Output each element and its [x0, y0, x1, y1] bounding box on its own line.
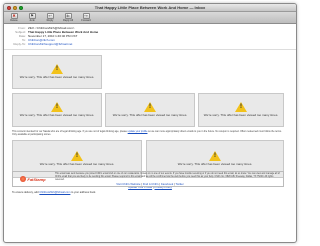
- offer-image: We're sorry. This offer has been viewed …: [105, 93, 195, 127]
- disclaimer: This content intended for our Nasda who …: [12, 130, 282, 136]
- trash-icon: ✖: [10, 12, 18, 19]
- warning-icon: [71, 151, 83, 162]
- add-to-address-book-note: To ensure delivery, add ChiliConZilch@fs…: [12, 191, 97, 194]
- sender-footer: FatStamp This email was sent because you…: [12, 171, 284, 187]
- toolbar-button-forward[interactable]: ↪ Forward: [79, 12, 93, 22]
- reply-all-icon: ⇇: [64, 12, 72, 19]
- update-profile-link[interactable]: update your profile: [128, 130, 148, 133]
- warning-icon: [209, 151, 221, 162]
- footer-text: This email was sent because you joined C…: [55, 173, 280, 181]
- offer-image: We're sorry. This offer has been viewed …: [12, 55, 102, 89]
- message-headers: From: Zilch <ChiliConZilch@fsfmail.com> Su…: [4, 24, 296, 50]
- toolbar-label: Reply: [46, 19, 54, 22]
- toolbar-label: Delete: [10, 19, 18, 22]
- window-title: That Happy Little Place Between Work And…: [94, 5, 206, 10]
- message-body: We're sorry. This offer has been viewed …: [4, 52, 296, 242]
- warning-icon: [144, 102, 156, 113]
- header-row: Reply-To: ChiliConZilchsupport@fsfmail.ne…: [8, 42, 292, 46]
- sender-email-link[interactable]: ChiliConZilch@fsfmail.com: [39, 191, 70, 194]
- warning-icon: [51, 64, 63, 75]
- sender-logo: FatStamp: [13, 172, 53, 186]
- junk-icon: ⚑: [28, 12, 36, 19]
- offer-message: We're sorry. This offer has been viewed …: [203, 113, 279, 118]
- toolbar-button-reply[interactable]: ↩ Reply: [43, 12, 57, 22]
- toolbar-button-junk[interactable]: ⚑ Junk: [25, 12, 39, 22]
- warning-icon: [235, 102, 247, 113]
- reply-icon: ↩: [46, 12, 54, 19]
- offer-image: We're sorry. This offer has been viewed …: [12, 93, 102, 127]
- forward-icon: ↪: [82, 12, 90, 19]
- toolbar-label: Junk: [29, 19, 35, 22]
- toolbar-button-delete[interactable]: ✖ Delete: [7, 12, 21, 22]
- offer-message: We're sorry. This offer has been viewed …: [19, 75, 95, 80]
- offer-message: We're sorry. This offer has been viewed …: [39, 162, 115, 167]
- offer-image: We're sorry. This offer has been viewed …: [198, 93, 284, 127]
- toolbar-label: Reply All: [62, 19, 74, 22]
- toolbar: ✖ Delete ⚑ Junk ↩ Reply ⇇ Reply All ↪ Forward: [4, 12, 296, 24]
- toolbar-button-reply-all[interactable]: ⇇ Reply All: [61, 12, 75, 22]
- title-bar: That Happy Little Place Between Work And…: [4, 4, 296, 12]
- mail-window: That Happy Little Place Between Work And…: [3, 3, 297, 243]
- header-value[interactable]: ChiliConZilchsupport@fsfmail.net: [28, 42, 72, 46]
- toolbar-label: Forward: [81, 19, 91, 22]
- offer-message: We're sorry. This offer has been viewed …: [112, 113, 188, 118]
- offer-message: We're sorry. This offer has been viewed …: [177, 162, 253, 167]
- header-key: Reply-To:: [13, 42, 26, 46]
- logo-mark-icon: [20, 176, 27, 182]
- warning-icon: [51, 102, 63, 113]
- offer-message: We're sorry. This offer has been viewed …: [19, 113, 95, 118]
